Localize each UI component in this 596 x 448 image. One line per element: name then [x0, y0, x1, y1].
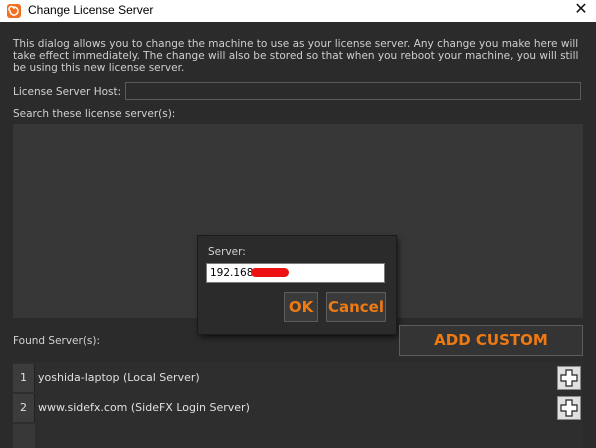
server-name: www.sidefx.com (SideFX Login Server)	[38, 401, 250, 414]
row-index-filler	[13, 424, 35, 448]
server-label: Server:	[208, 246, 246, 258]
add-custom-server-button[interactable]: ADD CUSTOM SERVER	[399, 325, 583, 378]
list-item[interactable]: 1 yoshida-laptop (Local Server)	[13, 364, 583, 392]
license-server-host-input[interactable]	[125, 82, 581, 100]
server-input-value: 192.168	[210, 267, 254, 279]
plus-icon[interactable]	[557, 366, 581, 390]
close-icon[interactable]: ✕	[566, 0, 596, 22]
server-name: yoshida-laptop (Local Server)	[38, 371, 200, 384]
ok-button[interactable]: OK	[284, 292, 318, 322]
server-popup: Server: 192.168 OK Cancel	[198, 236, 396, 334]
server-input[interactable]: 192.168	[206, 263, 385, 283]
host-label: License Server Host:	[13, 86, 122, 98]
intro-text: This dialog allows you to change the mac…	[13, 38, 579, 74]
redaction-mark	[251, 268, 289, 277]
row-index: 1	[13, 364, 35, 392]
title-bar: Change License Server ✕	[0, 0, 596, 22]
houdini-swirl-icon	[6, 3, 22, 19]
found-servers-label: Found Server(s):	[13, 335, 101, 347]
found-servers-list: 1 yoshida-laptop (Local Server) 2 www.si…	[13, 362, 583, 448]
cancel-button[interactable]: Cancel	[326, 292, 386, 322]
window-title: Change License Server	[28, 3, 154, 17]
plus-icon[interactable]	[557, 396, 581, 420]
row-index: 2	[13, 394, 35, 422]
list-item[interactable]: 2 www.sidefx.com (SideFX Login Server)	[13, 394, 583, 422]
search-servers-label: Search these license server(s):	[13, 108, 176, 120]
